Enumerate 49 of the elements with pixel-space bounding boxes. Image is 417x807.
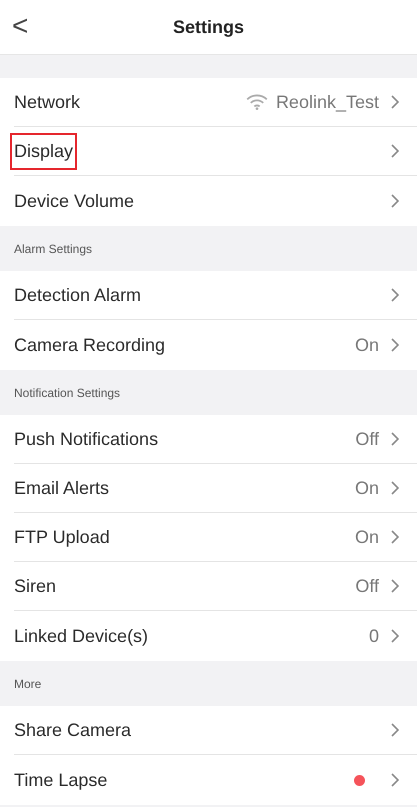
chevron-icon	[391, 194, 399, 208]
row-value: On	[354, 478, 379, 498]
section-title: Alarm Settings	[14, 242, 92, 256]
chevron-icon	[391, 723, 399, 737]
settings-row[interactable]: Device Volume	[14, 176, 417, 226]
chevron-icon	[391, 95, 399, 109]
row-label: Detection Alarm	[13, 284, 142, 306]
chevron-icon	[391, 338, 399, 352]
settings-row[interactable]: Email Alerts On	[14, 464, 417, 513]
chevron-icon	[391, 288, 399, 302]
settings-row[interactable]: Push Notifications Off	[14, 415, 417, 464]
settings-row[interactable]: Camera Recording On	[14, 320, 417, 370]
row-label: Push Notifications	[13, 428, 160, 450]
row-label: FTP Upload	[13, 526, 111, 549]
chevron-icon	[391, 432, 399, 446]
settings-row[interactable]: Siren Off	[14, 562, 417, 611]
row-label: Siren	[13, 574, 58, 598]
row-label: Network	[13, 90, 82, 114]
row-value: Reolink_Test	[276, 92, 379, 112]
page-title: Settings	[172, 16, 244, 38]
row-value: On	[354, 334, 379, 356]
settings-row[interactable]: Linked Device(s) 0	[14, 611, 417, 661]
row-label: Camera Recording	[13, 334, 166, 357]
settings-row[interactable]: Share Camera	[14, 706, 417, 755]
chevron-icon	[391, 579, 399, 593]
settings-row[interactable]: Display	[14, 127, 417, 176]
settings-row[interactable]: Time Lapse	[14, 755, 417, 805]
row-label: Device Volume	[13, 190, 136, 212]
settings-row[interactable]: FTP Upload On	[14, 513, 417, 562]
chevron-icon	[391, 530, 399, 544]
row-value: Off	[355, 576, 379, 596]
wifi-icon	[246, 94, 268, 110]
chevron-icon	[391, 773, 399, 787]
back-button[interactable]: <	[12, 10, 28, 42]
row-value: On	[354, 526, 379, 548]
row-label: Share Camera	[13, 718, 132, 742]
settings-row[interactable]: Network Reolink_Test	[14, 78, 417, 127]
row-value: 0	[368, 626, 379, 646]
section-title: Notification Settings	[14, 386, 120, 400]
row-label: Linked Device(s)	[13, 624, 150, 648]
settings-row[interactable]: Detection Alarm	[14, 271, 417, 320]
chevron-icon	[391, 629, 399, 643]
row-label: Email Alerts	[13, 476, 110, 500]
chevron-icon	[391, 144, 399, 158]
section-title: More	[14, 676, 42, 690]
row-label: Time Lapse	[13, 768, 108, 792]
row-value: Off	[355, 428, 379, 450]
row-label: Display	[10, 132, 78, 170]
chevron-icon	[391, 481, 399, 495]
